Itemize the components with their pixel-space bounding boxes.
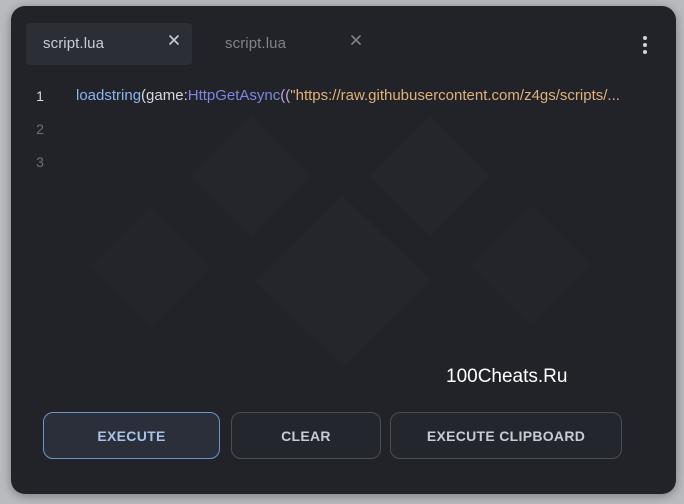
code-token: (game: (141, 87, 188, 104)
close-icon[interactable] (348, 32, 364, 48)
line-number: 2 (36, 121, 44, 137)
executor-window: script.lua script.lua 1 loadstring(game:… (11, 6, 676, 494)
execute-clipboard-button[interactable]: EXECUTE CLIPBOARD (390, 412, 622, 459)
code-token: "https://raw.githubusercontent.com/z4gs/… (290, 87, 620, 104)
code-token: HttpGetAsync (187, 87, 281, 104)
code-line[interactable]: 3 (11, 146, 676, 178)
tab-label: script.lua (225, 35, 287, 52)
code-token: (( (280, 87, 291, 104)
code-line[interactable]: 1 loadstring(game:HttpGetAsync(("https:/… (11, 80, 676, 112)
line-number: 1 (36, 88, 44, 104)
code-text[interactable]: loadstring(game:HttpGetAsync(("https://r… (76, 87, 671, 104)
kebab-menu-icon[interactable] (637, 34, 653, 56)
tab-bar: script.lua script.lua (11, 6, 676, 74)
code-token: loadstring (76, 87, 142, 104)
tab-script-1[interactable]: script.lua (26, 23, 192, 65)
close-icon[interactable] (166, 32, 182, 48)
watermark-text: 100Cheats.Ru (446, 366, 568, 387)
code-editor[interactable]: 1 loadstring(game:HttpGetAsync(("https:/… (11, 80, 676, 180)
line-number: 3 (36, 154, 44, 170)
clear-button[interactable]: CLEAR (231, 412, 381, 459)
execute-button[interactable]: EXECUTE (43, 412, 220, 459)
code-line[interactable]: 2 (11, 113, 676, 145)
tab-label: script.lua (43, 35, 105, 52)
tab-script-2[interactable]: script.lua (208, 23, 374, 65)
